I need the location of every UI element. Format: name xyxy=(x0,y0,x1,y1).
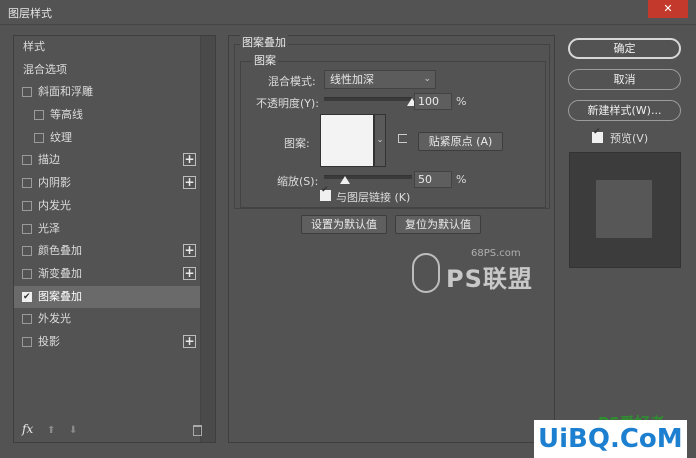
make-default-button[interactable]: 设置为默认值 xyxy=(301,215,387,234)
cancel-button[interactable]: 取消 xyxy=(568,69,681,90)
styles-list-toolbar: fx ⬆ ⬇ xyxy=(14,422,202,440)
style-item[interactable]: 纹理 xyxy=(14,127,200,150)
style-item[interactable]: 图案叠加 xyxy=(14,285,200,309)
snap-origin-button[interactable]: 贴紧原点 (A) xyxy=(418,132,503,151)
style-item[interactable]: 混合选项 xyxy=(14,59,200,82)
style-item[interactable]: 描边 + xyxy=(14,149,200,172)
style-item[interactable]: 样式 xyxy=(14,36,200,59)
style-item-checkbox[interactable] xyxy=(22,314,32,325)
opacity-label: 不透明度(Y): xyxy=(256,97,320,110)
close-button[interactable]: ✕ xyxy=(648,0,688,18)
add-effect-icon[interactable]: + xyxy=(183,266,196,280)
style-item-label: 投影 xyxy=(38,334,60,348)
style-item[interactable]: 外发光 xyxy=(14,308,200,331)
style-item-checkbox[interactable] xyxy=(22,200,32,211)
reset-default-button[interactable]: 复位为默认值 xyxy=(395,215,481,234)
blend-mode-select[interactable]: 线性加深 ⌄ xyxy=(324,70,436,89)
style-item-checkbox[interactable] xyxy=(22,286,32,308)
trash-icon[interactable] xyxy=(193,425,202,436)
style-item-label: 内阴影 xyxy=(38,176,71,190)
new-preset-icon[interactable] xyxy=(398,134,407,143)
group-title: 图案叠加 xyxy=(240,34,288,50)
styles-list-panel: 样式混合选项斜面和浮雕等高线纹理描边 + 内阴影 + 内发光光泽颜色叠加 + 渐变叠加 + 图案… xyxy=(13,35,216,443)
move-down-icon[interactable]: ⬇ xyxy=(69,425,77,436)
style-item-checkbox[interactable] xyxy=(22,155,32,166)
chevron-down-icon: ⌄ xyxy=(423,74,431,84)
opacity-percent: % xyxy=(456,95,467,108)
scale-slider-thumb[interactable] xyxy=(340,176,350,184)
styles-list: 样式混合选项斜面和浮雕等高线纹理描边 + 内阴影 + 内发光光泽颜色叠加 + 渐变叠加 + 图案… xyxy=(14,36,200,354)
style-item-checkbox[interactable] xyxy=(22,87,32,98)
move-up-icon[interactable]: ⬆ xyxy=(47,425,55,436)
style-item-label: 斜面和浮雕 xyxy=(38,85,93,99)
pattern-picker-chevron-icon[interactable]: ⌄ xyxy=(374,114,386,167)
style-item-label: 光泽 xyxy=(38,221,60,235)
add-effect-icon[interactable]: + xyxy=(183,244,196,258)
style-item[interactable]: 颜色叠加 + xyxy=(14,240,200,263)
styles-list-scrollbar[interactable] xyxy=(200,36,215,442)
style-item-label: 样式 xyxy=(23,40,45,53)
style-item-checkbox[interactable] xyxy=(22,268,32,279)
link-with-layer-label: 与图层链接 (K) xyxy=(336,191,411,204)
close-icon: ✕ xyxy=(663,2,673,15)
style-item-label: 渐变叠加 xyxy=(38,266,82,280)
add-effect-icon[interactable]: + xyxy=(183,334,196,348)
pattern-swatch[interactable] xyxy=(320,114,374,167)
watermark-site: 68PS.com xyxy=(471,248,521,259)
style-item[interactable]: 内阴影 + xyxy=(14,172,200,195)
opacity-input[interactable]: 100 xyxy=(414,93,452,110)
style-item-checkbox[interactable] xyxy=(22,336,32,347)
style-item-label: 纹理 xyxy=(50,130,72,144)
title-bar: 图层样式 ✕ xyxy=(0,0,696,24)
style-item[interactable]: 内发光 xyxy=(14,195,200,218)
ok-button[interactable]: 确定 xyxy=(568,38,681,59)
style-item-label: 混合选项 xyxy=(23,62,67,76)
style-item[interactable]: 光泽 xyxy=(14,218,200,241)
scale-slider[interactable] xyxy=(324,175,412,179)
scale-label: 缩放(S): xyxy=(277,175,319,188)
link-with-layer-checkbox[interactable] xyxy=(320,185,331,201)
style-item-label: 外发光 xyxy=(38,312,71,326)
scale-percent: % xyxy=(456,173,467,186)
style-item[interactable]: 等高线 xyxy=(14,104,200,127)
window-title: 图层样式 xyxy=(8,7,52,20)
style-item-label: 等高线 xyxy=(50,108,83,122)
style-item-checkbox[interactable] xyxy=(22,223,32,234)
style-item-label: 内发光 xyxy=(38,198,71,212)
style-item-label: 颜色叠加 xyxy=(38,244,82,258)
corner-watermark: UiBQ.CoM xyxy=(534,420,687,458)
add-effect-icon[interactable]: + xyxy=(183,153,196,167)
style-preview-swatch xyxy=(596,180,652,238)
blend-mode-value: 线性加深 xyxy=(330,73,374,86)
style-item-label: 图案叠加 xyxy=(38,289,82,303)
opacity-slider[interactable] xyxy=(324,97,412,101)
style-item[interactable]: 渐变叠加 + xyxy=(14,263,200,286)
add-effect-icon[interactable]: + xyxy=(183,176,196,190)
pattern-label: 图案: xyxy=(284,137,310,150)
style-item-checkbox[interactable] xyxy=(34,132,44,143)
scale-input[interactable]: 50 xyxy=(414,171,452,188)
blend-mode-label: 混合模式: xyxy=(268,75,316,88)
fx-menu-button[interactable]: fx xyxy=(22,422,33,436)
style-item-checkbox[interactable] xyxy=(22,246,32,257)
subgroup-title: 图案 xyxy=(252,52,278,68)
new-style-button[interactable]: 新建样式(W)... xyxy=(568,100,681,121)
watermark-brand: PS联盟 xyxy=(446,265,533,293)
style-item[interactable]: 投影 + xyxy=(14,331,200,354)
watermark-logo-icon xyxy=(412,253,440,293)
style-item-checkbox[interactable] xyxy=(22,178,32,189)
style-item[interactable]: 斜面和浮雕 xyxy=(14,81,200,104)
preview-checkbox[interactable] xyxy=(592,127,603,143)
style-item-checkbox[interactable] xyxy=(34,110,44,121)
preview-label: 预览(V) xyxy=(610,132,649,145)
style-item-label: 描边 xyxy=(38,153,60,167)
